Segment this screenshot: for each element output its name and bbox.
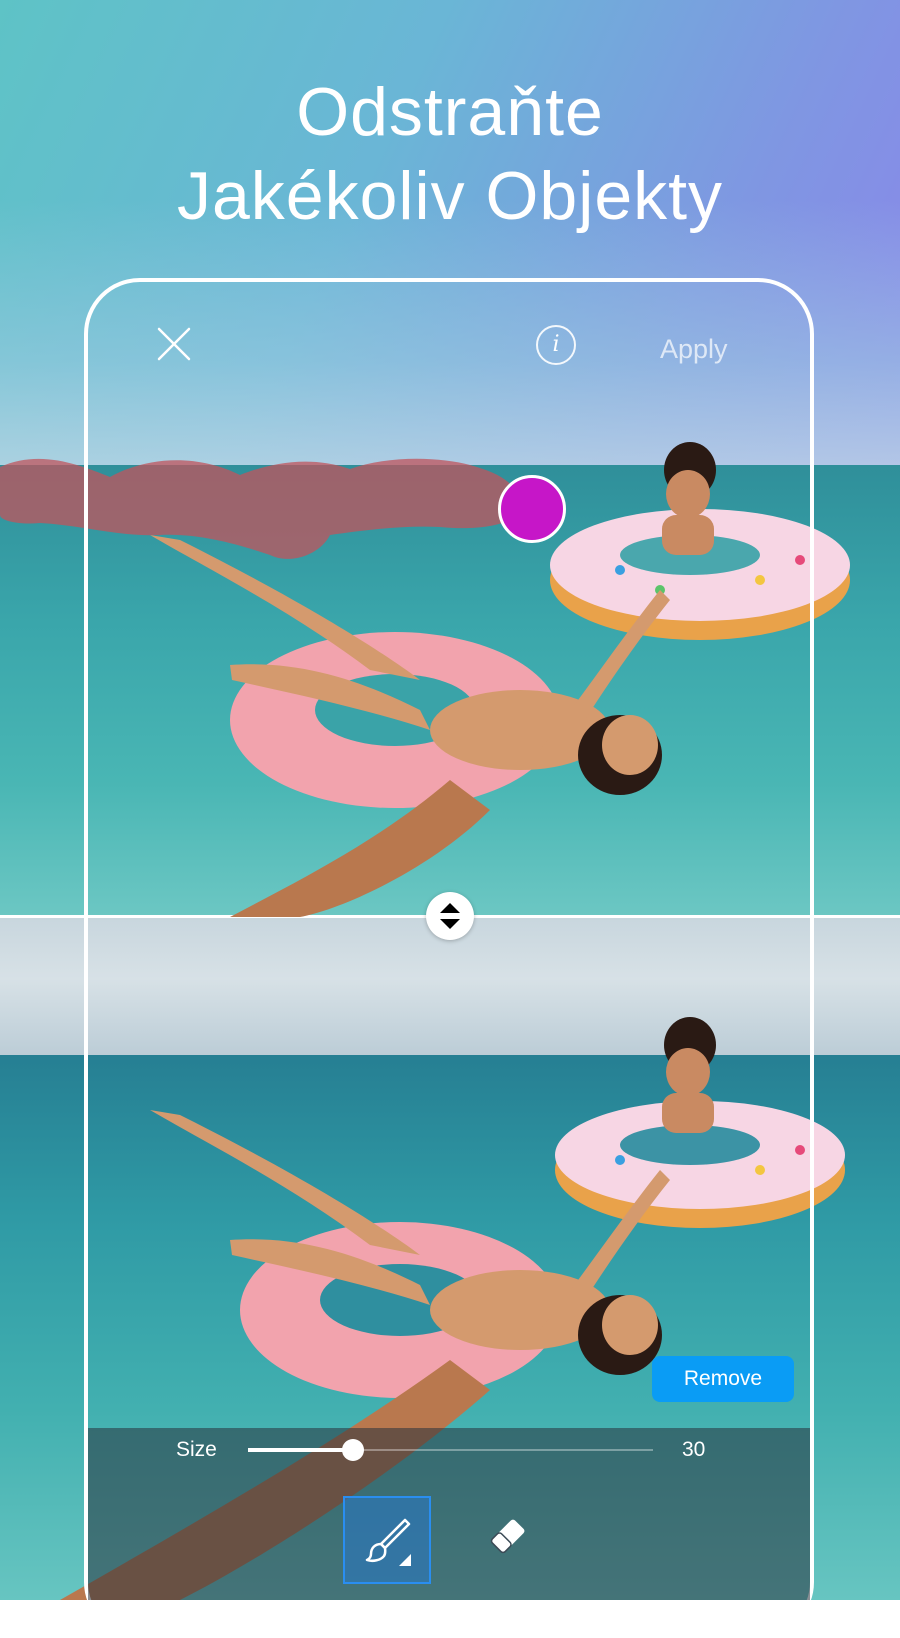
- size-label: Size: [176, 1438, 217, 1461]
- up-down-arrows-icon: [440, 903, 460, 929]
- close-button[interactable]: [156, 326, 192, 362]
- apply-button[interactable]: Apply: [660, 331, 750, 367]
- brush-icon: [365, 1518, 411, 1566]
- info-button[interactable]: i: [536, 325, 576, 365]
- eraser-icon: [490, 1519, 525, 1554]
- headline-line-1: Odstraňte: [296, 74, 604, 150]
- headline-line-2: Jakékoliv Objekty: [176, 158, 724, 234]
- split-handle[interactable]: [426, 892, 474, 940]
- remove-button[interactable]: Remove: [652, 1356, 794, 1402]
- headline: Odstraňte Jakékoliv Objekty: [0, 70, 900, 238]
- close-icon: [157, 327, 191, 361]
- size-value: 30: [682, 1438, 706, 1461]
- info-icon: i: [552, 332, 560, 357]
- eraser-tool-button[interactable]: [486, 1514, 530, 1558]
- brush-tool-button[interactable]: [343, 1496, 431, 1584]
- size-slider-fill: [248, 1448, 354, 1452]
